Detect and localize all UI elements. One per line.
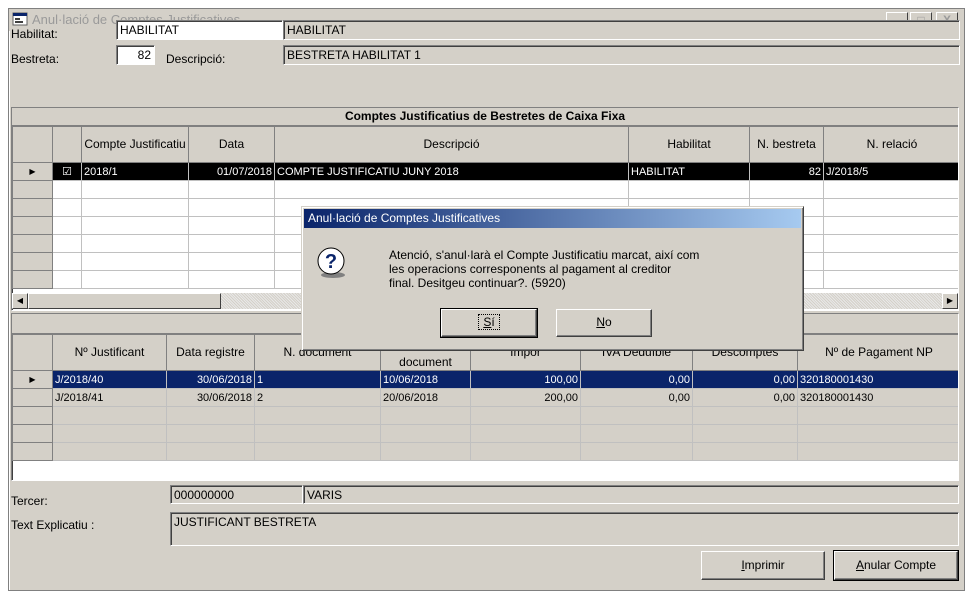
table-row[interactable] bbox=[12, 406, 958, 425]
row-indicator: ▶ bbox=[12, 370, 53, 389]
message-line-3: final. Desitgeu continuar?. (5920) bbox=[389, 276, 566, 290]
confirm-dialog-message: Atenció, s'anul·larà el Compte Justifica… bbox=[389, 248, 789, 290]
comptes-indicator-header bbox=[12, 126, 53, 163]
table-row[interactable]: ▶ ☑ 2018/1 01/07/2018 COMPTE JUSTIFICATI… bbox=[12, 162, 958, 181]
comptes-grid-caption: Comptes Justificatius de Bestretes de Ca… bbox=[12, 108, 958, 126]
comptes-check-header bbox=[52, 126, 82, 163]
cell-compte: 2018/1 bbox=[81, 162, 189, 181]
bestreta-description-field: BESTRETA HABILITAT 1 bbox=[283, 45, 960, 65]
cell-pagament: 320180001430 bbox=[797, 370, 958, 389]
confirm-dialog-title[interactable]: Anul·lació de Comptes Justificatives bbox=[304, 209, 801, 228]
justificants-indicator-header bbox=[12, 334, 53, 371]
table-row[interactable] bbox=[12, 442, 958, 461]
justificants-table: Nº Justificant Data registre N. document… bbox=[12, 334, 958, 461]
text-explicatiu-label: Text Explicatiu : bbox=[11, 518, 95, 532]
habilitat-name-field: HABILITAT bbox=[283, 20, 960, 40]
anular-compte-button[interactable]: Anular Compte bbox=[833, 550, 959, 581]
row-indicator: ▶ bbox=[12, 162, 53, 181]
cell-bestreta: 82 bbox=[749, 162, 824, 181]
cell-relacio: J/2018/5 bbox=[823, 162, 958, 181]
scroll-left-icon[interactable]: ◀ bbox=[12, 293, 28, 309]
habilitat-code-input[interactable]: HABILITAT bbox=[116, 20, 283, 40]
message-line-1: Atenció, s'anul·larà el Compte Justifica… bbox=[389, 248, 700, 262]
descripcio-label: Descripció: bbox=[166, 52, 226, 66]
cell-data-registre: 30/06/2018 bbox=[166, 370, 255, 389]
yes-button[interactable]: Sí bbox=[440, 308, 538, 338]
bestreta-label: Bestreta: bbox=[11, 52, 60, 66]
question-icon: ? bbox=[317, 247, 345, 278]
cell-justificant: J/2018/41 bbox=[52, 388, 167, 407]
bestreta-number-input[interactable]: 82 bbox=[116, 45, 155, 65]
tercer-label: Tercer: bbox=[11, 494, 48, 508]
table-row[interactable] bbox=[12, 424, 958, 443]
col-habilitat[interactable]: Habilitat bbox=[628, 126, 750, 163]
tercer-code-field: 000000000 bbox=[170, 485, 303, 504]
col-data[interactable]: Data bbox=[188, 126, 275, 163]
col-compte-justificatiu[interactable]: Compte Justificatiu bbox=[81, 126, 189, 163]
col-n-relacio[interactable]: N. relació bbox=[823, 126, 958, 163]
cell-data: 01/07/2018 bbox=[188, 162, 275, 181]
text-explicatiu-field: JUSTIFICANT BESTRETA bbox=[170, 512, 959, 546]
cell-n-document: 2 bbox=[254, 388, 381, 407]
row-checkbox[interactable]: ☑ bbox=[52, 162, 82, 181]
col-data-registre[interactable]: Data registre bbox=[166, 334, 255, 371]
cell-descripcio: COMPTE JUSTIFICATIU JUNY 2018 bbox=[274, 162, 629, 181]
cell-import: 100,00 bbox=[470, 370, 581, 389]
cell-n-document: 1 bbox=[254, 370, 381, 389]
svg-text:?: ? bbox=[325, 251, 337, 273]
table-row[interactable]: J/2018/41 30/06/2018 2 20/06/2018 200,00… bbox=[12, 388, 958, 407]
col-n-justificant[interactable]: Nº Justificant bbox=[52, 334, 167, 371]
imprimir-button[interactable]: Imprimir bbox=[701, 551, 825, 580]
col-n-pagament[interactable]: Nº de Pagament NP bbox=[797, 334, 958, 371]
cell-descomptes: 0,00 bbox=[692, 388, 798, 407]
cell-habilitat: HABILITAT bbox=[628, 162, 750, 181]
cell-import: 200,00 bbox=[470, 388, 581, 407]
tercer-name-field: VARIS bbox=[303, 485, 959, 504]
cell-pagament: 320180001430 bbox=[797, 388, 958, 407]
row-indicator bbox=[12, 388, 53, 407]
cell-descomptes: 0,00 bbox=[692, 370, 798, 389]
cell-data-document: 20/06/2018 bbox=[380, 388, 471, 407]
cell-data-document: 10/06/2018 bbox=[380, 370, 471, 389]
scroll-thumb[interactable] bbox=[28, 293, 221, 309]
scroll-right-icon[interactable]: ▶ bbox=[942, 293, 958, 309]
table-row[interactable] bbox=[12, 180, 958, 199]
col-descripcio[interactable]: Descripció bbox=[274, 126, 629, 163]
message-line-2: les operacions corresponents al pagament… bbox=[389, 262, 672, 276]
table-row[interactable]: ▶ J/2018/40 30/06/2018 1 10/06/2018 100,… bbox=[12, 370, 958, 389]
col-n-bestreta[interactable]: N. bestreta bbox=[749, 126, 824, 163]
cell-data-registre: 30/06/2018 bbox=[166, 388, 255, 407]
cell-iva: 0,00 bbox=[580, 388, 693, 407]
app-icon bbox=[12, 12, 28, 26]
cell-iva: 0,00 bbox=[580, 370, 693, 389]
habilitat-label: Habilitat: bbox=[11, 27, 58, 41]
cell-justificant: J/2018/40 bbox=[52, 370, 167, 389]
no-button[interactable]: No bbox=[556, 309, 652, 337]
